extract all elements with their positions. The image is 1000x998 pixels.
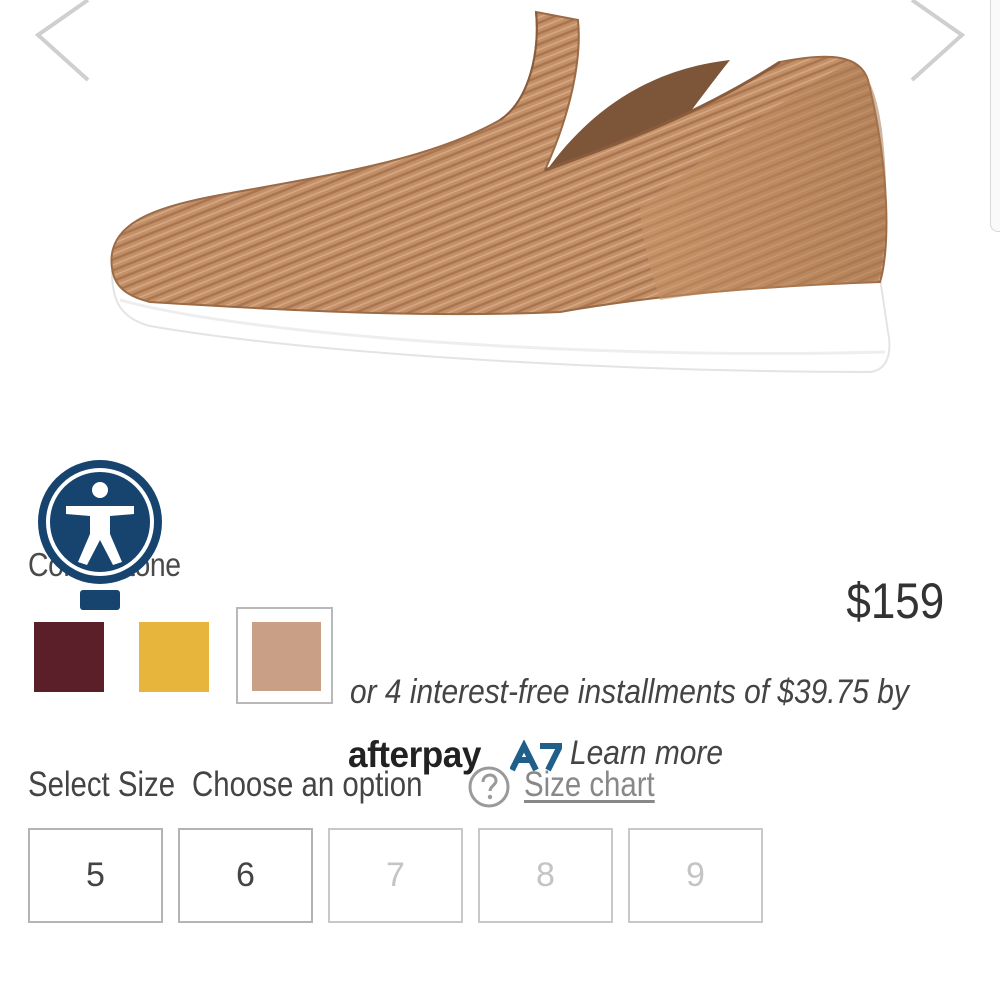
accessibility-button[interactable] (36, 458, 164, 612)
product-image-gallery[interactable] (0, 0, 1000, 430)
accessibility-icon (38, 460, 162, 610)
color-swatch-stone (252, 622, 321, 691)
size-option-9[interactable]: 9 (628, 828, 763, 923)
size-chart-link[interactable]: Size chart (524, 765, 655, 805)
next-image-button[interactable] (900, 0, 970, 90)
scrollbar[interactable] (990, 0, 1000, 232)
afterpay-installments-text: or 4 interest-free installments of $39.7… (350, 673, 909, 711)
size-option-select[interactable]: Choose an option (192, 765, 422, 805)
previous-image-button[interactable] (30, 0, 100, 90)
size-option-8[interactable]: 8 (478, 828, 613, 923)
color-swatch-mustard[interactable] (139, 622, 209, 692)
color-swatch-stone-selected[interactable] (236, 607, 333, 704)
chevron-left-icon (34, 0, 90, 82)
product-price: $159 (846, 573, 944, 629)
select-size-label: Select Size (28, 765, 176, 804)
size-option-6[interactable]: 6 (178, 828, 313, 923)
size-option-7[interactable]: 7 (328, 828, 463, 923)
chevron-right-icon (910, 0, 966, 82)
product-image (110, 10, 891, 374)
color-swatch-wine[interactable] (34, 622, 104, 692)
question-circle-icon[interactable] (468, 766, 510, 808)
size-option-5[interactable]: 5 (28, 828, 163, 923)
